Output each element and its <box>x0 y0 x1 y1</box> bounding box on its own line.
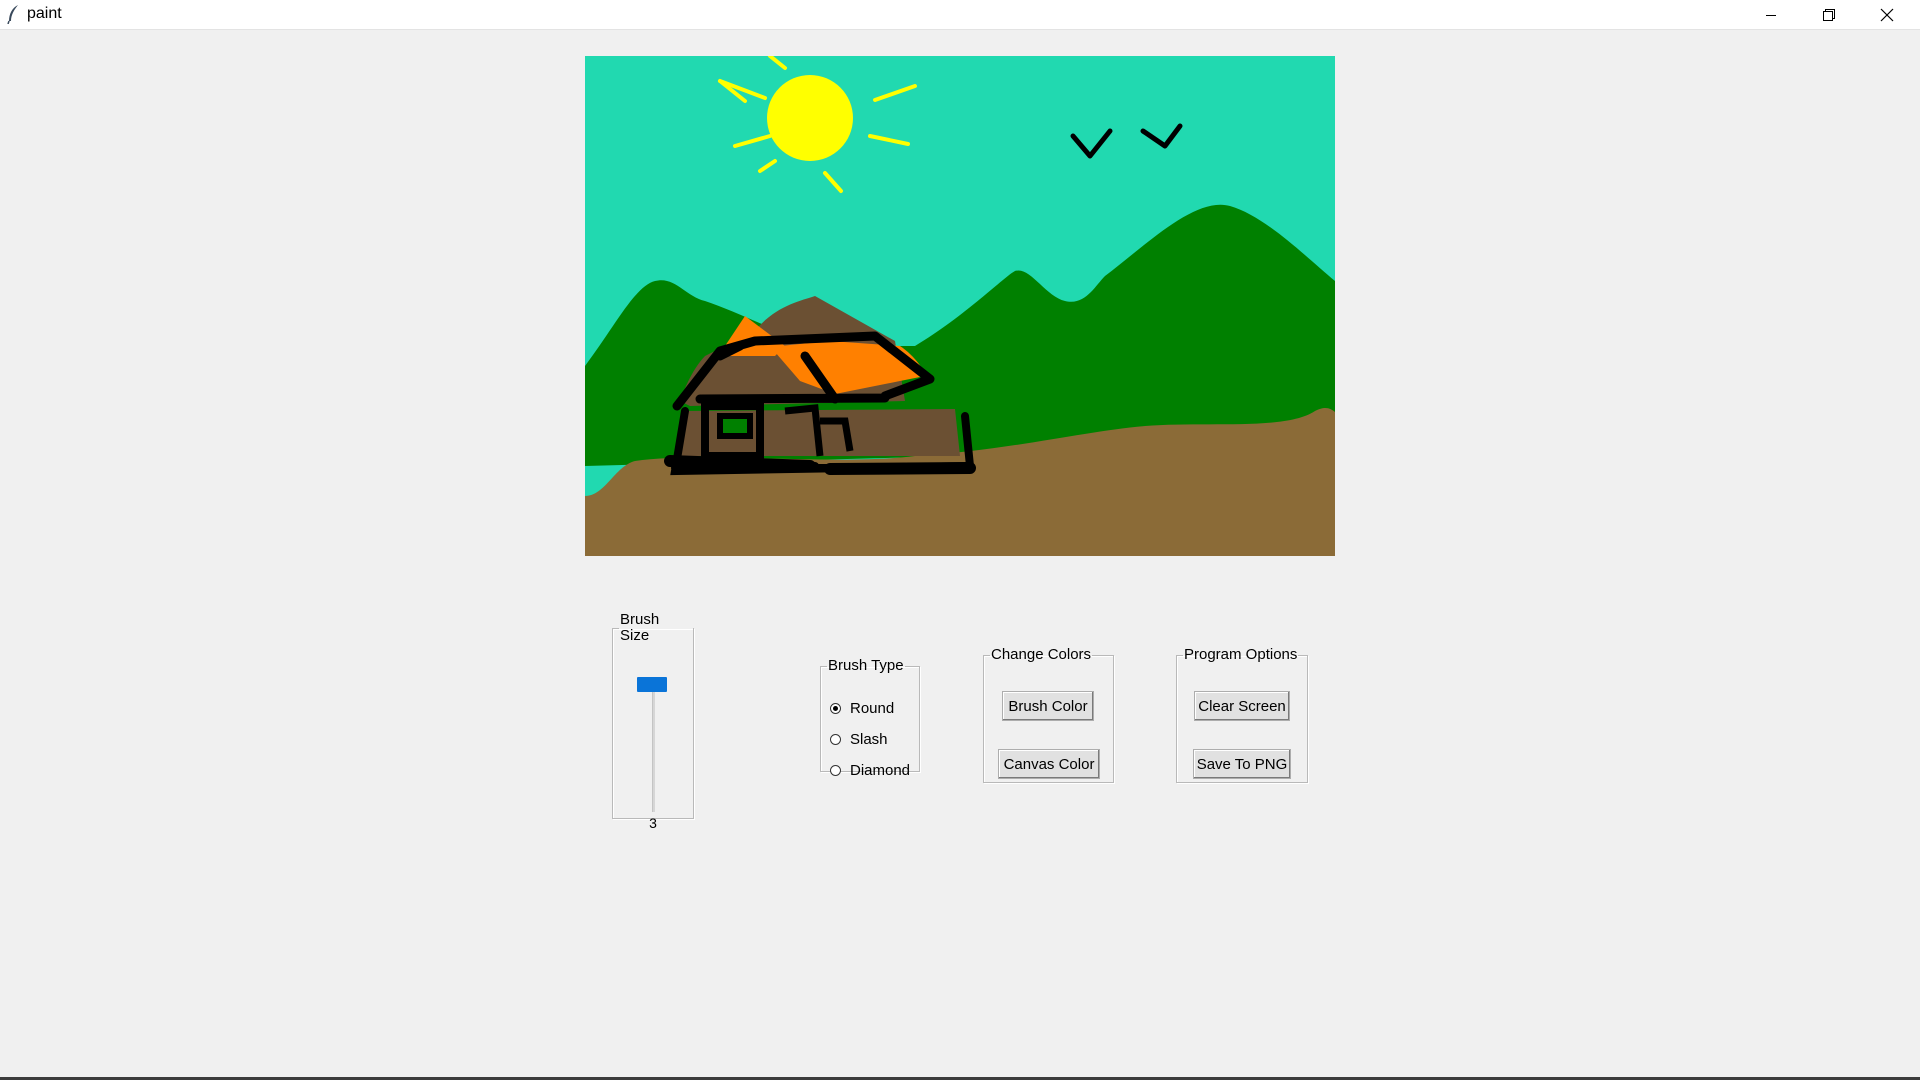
canvas-color-button[interactable]: Canvas Color <box>998 749 1100 779</box>
window-title: paint <box>27 5 62 22</box>
restore-icon <box>1823 8 1835 21</box>
feather-icon <box>6 4 22 25</box>
radio-diamond-label[interactable]: Diamond <box>850 762 910 779</box>
program-options-group: Program Options Clear Screen Save To PNG <box>1176 647 1308 783</box>
radio-slash-label[interactable]: Slash <box>850 731 888 748</box>
clear-screen-button[interactable]: Clear Screen <box>1194 691 1290 721</box>
radio-diamond-indicator[interactable] <box>830 764 841 776</box>
restore-button[interactable] <box>1801 0 1857 29</box>
change-colors-legend: Change Colors <box>991 646 1092 663</box>
close-button[interactable] <box>1859 0 1915 29</box>
brush-size-value: 3 <box>649 815 657 831</box>
title-bar: paint <box>0 0 1920 30</box>
drawing-canvas[interactable] <box>585 56 1335 556</box>
radio-slash-indicator[interactable] <box>830 733 841 745</box>
brush-type-legend: Brush Type <box>828 657 904 674</box>
radio-round-label[interactable]: Round <box>850 700 894 717</box>
brush-size-slider-thumb[interactable] <box>637 677 667 692</box>
brush-size-slider-track[interactable] <box>652 682 655 812</box>
radio-round[interactable]: Round <box>830 698 894 718</box>
minimize-button[interactable] <box>1743 0 1799 29</box>
brush-size-group: Brush Size 3 <box>612 611 694 831</box>
radio-round-indicator[interactable] <box>830 702 841 714</box>
radio-slash[interactable]: Slash <box>830 729 888 749</box>
brush-size-legend: Brush Size <box>620 611 660 644</box>
change-colors-group: Change Colors Brush Color Canvas Color <box>983 647 1114 783</box>
minimize-icon <box>1766 14 1776 16</box>
radio-diamond[interactable]: Diamond <box>830 760 910 780</box>
brush-color-button[interactable]: Brush Color <box>1002 691 1094 721</box>
close-icon <box>1880 8 1894 21</box>
save-to-png-button[interactable]: Save To PNG <box>1193 749 1291 779</box>
brush-type-group: Brush Type Round Slash Diamond <box>820 657 920 779</box>
program-options-legend: Program Options <box>1184 646 1298 663</box>
